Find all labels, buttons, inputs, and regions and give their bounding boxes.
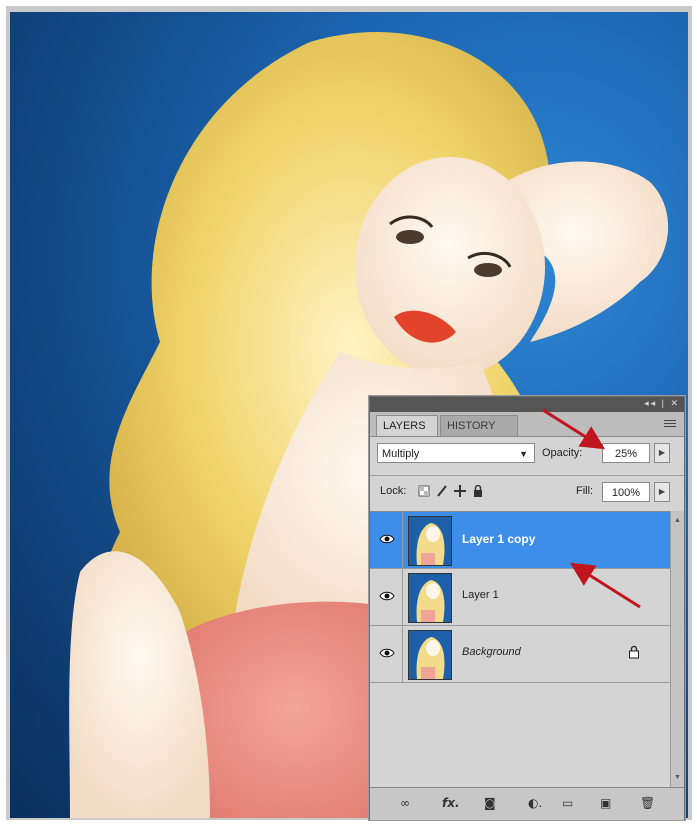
panel-titlebar[interactable]: ◂◂ | ✕ <box>370 397 684 412</box>
tab-layers[interactable]: LAYERS <box>376 415 438 436</box>
lock-position-icon[interactable] <box>454 485 466 497</box>
layer-thumbnail <box>408 516 452 566</box>
opacity-input[interactable]: 25% <box>602 443 650 463</box>
fill-input[interactable]: 100% <box>602 482 650 502</box>
layer-thumbnail <box>408 573 452 623</box>
layer-row-layer-1[interactable]: Layer 1 <box>370 569 670 626</box>
layer-name: Layer 1 <box>462 589 499 601</box>
layer-list: Layer 1 copy Layer 1 Background <box>370 511 670 788</box>
folder-icon[interactable]: ▭ <box>562 796 573 812</box>
trash-icon[interactable]: 🗑 <box>640 796 655 812</box>
lock-all-icon[interactable] <box>472 485 484 497</box>
scroll-down-icon[interactable]: ▼ <box>674 774 681 781</box>
adjustment-icon[interactable]: ◐. <box>528 796 542 812</box>
eye-icon[interactable] <box>379 531 395 547</box>
divider <box>402 512 403 568</box>
layer-thumbnail <box>408 630 452 680</box>
layer-name: Background <box>462 646 521 658</box>
fill-label: Fill: <box>576 485 594 497</box>
scroll-up-icon[interactable]: ▲ <box>674 517 681 524</box>
lock-icon <box>629 645 639 659</box>
layer-name: Layer 1 copy <box>462 532 536 546</box>
new-layer-icon[interactable]: ▣ <box>600 796 611 812</box>
eye-icon[interactable] <box>379 588 395 604</box>
chevron-down-icon: ▼ <box>519 449 528 459</box>
lock-row: Lock: Fill: 100% ▶ <box>370 475 684 506</box>
panel-bottom-bar: ∞ fx. ◙ ◐. ▭ ▣ 🗑 <box>370 787 684 820</box>
layer-row-layer-1-copy[interactable]: Layer 1 copy <box>370 512 670 569</box>
opacity-label: Opacity: <box>542 447 583 459</box>
fx-icon[interactable]: fx. <box>442 796 460 812</box>
lock-label: Lock: <box>380 485 407 497</box>
blend-row: Multiply ▼ Opacity: 25% ▶ <box>370 437 684 469</box>
blend-mode-value: Multiply <box>382 448 420 460</box>
panel-tabbar: LAYERS HISTORY <box>370 412 684 437</box>
lock-image-pixels-icon[interactable] <box>436 485 448 497</box>
layers-panel: ◂◂ | ✕ LAYERS HISTORY Multiply ▼ Opacity… <box>369 396 685 820</box>
opacity-stepper-button[interactable]: ▶ <box>654 443 670 463</box>
panel-menu-icon[interactable] <box>664 420 676 428</box>
divider <box>402 569 403 625</box>
layer-row-background[interactable]: Background <box>370 626 670 683</box>
layer-list-scrollbar[interactable]: ▲ ▼ <box>670 511 684 787</box>
mask-icon[interactable]: ◙ <box>484 796 496 812</box>
link-icon[interactable]: ∞ <box>400 796 410 812</box>
fill-stepper-button[interactable]: ▶ <box>654 482 670 502</box>
blend-mode-select[interactable]: Multiply ▼ <box>377 443 535 463</box>
tab-history[interactable]: HISTORY <box>440 415 518 436</box>
eye-icon[interactable] <box>379 645 395 661</box>
collapse-close-icons[interactable]: ◂◂ | ✕ <box>644 398 680 409</box>
divider <box>402 626 403 682</box>
lock-transparent-pixels-icon[interactable] <box>418 485 430 497</box>
